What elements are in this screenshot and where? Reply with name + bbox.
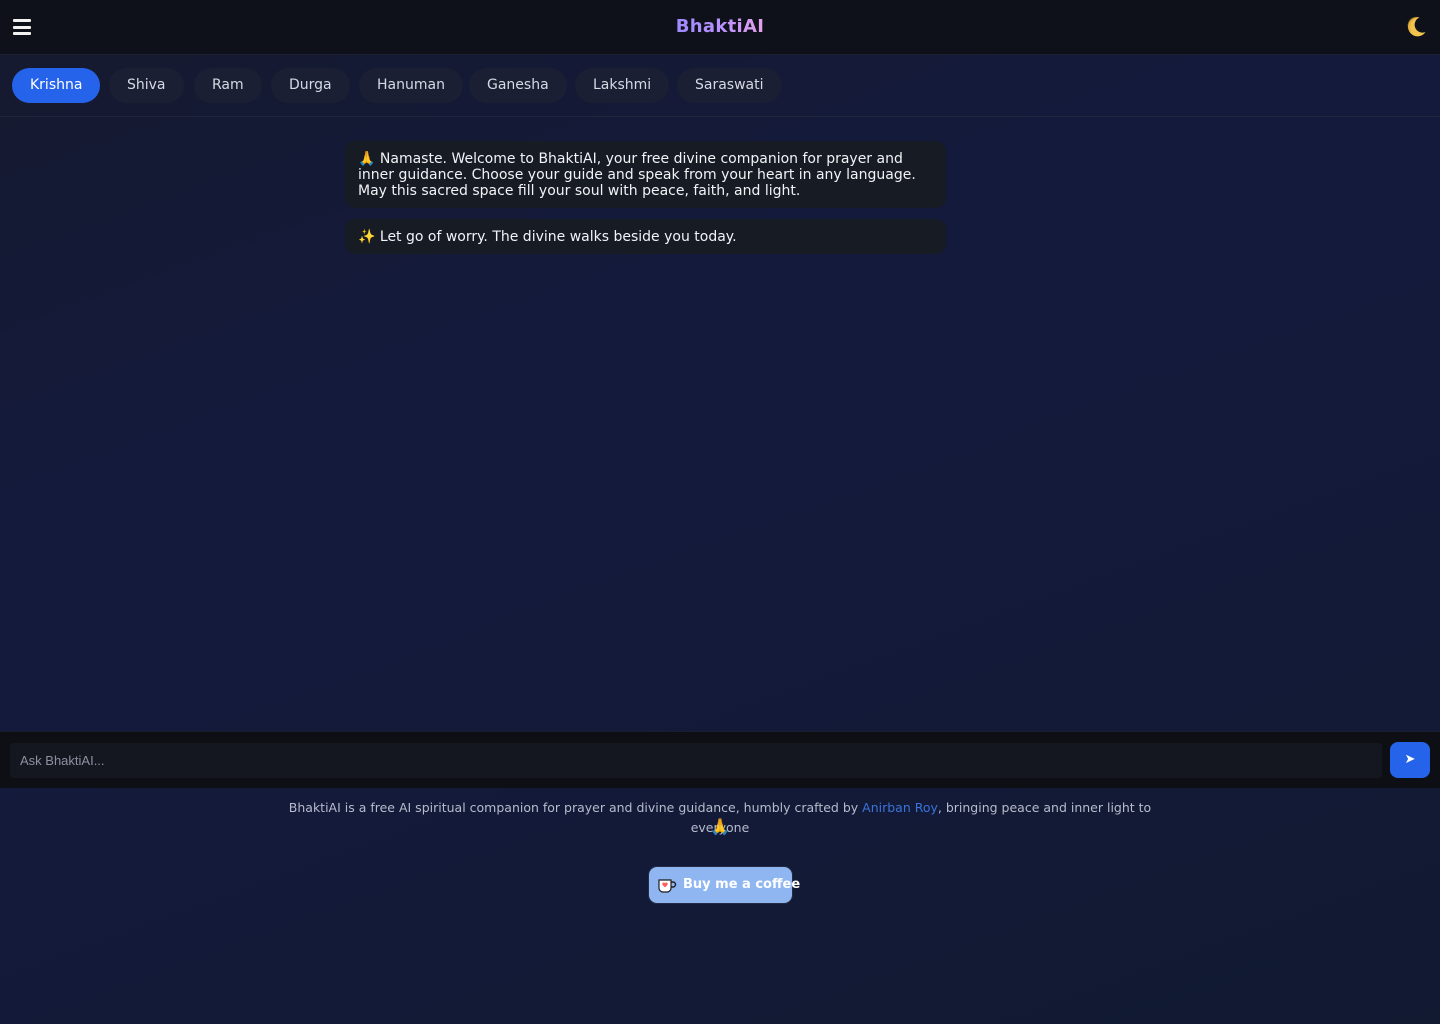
- crescent-moon-icon[interactable]: [1404, 15, 1428, 39]
- chat-input[interactable]: [10, 743, 1382, 778]
- message-text: Namaste. Welcome to BhaktiAI, your free …: [358, 151, 916, 199]
- coffee-button-label: Buy me a coffee: [683, 877, 801, 892]
- chat-composer: ➤: [0, 731, 1440, 788]
- footer-text-before: BhaktiAI is a free AI spiritual companio…: [288, 800, 863, 815]
- tab-lakshmi[interactable]: Lakshmi: [575, 68, 670, 103]
- hamburger-menu-icon[interactable]: [13, 19, 31, 35]
- buy-me-a-coffee-button[interactable]: Buy me a coffee: [649, 867, 800, 903]
- deity-tabs: Krishna Shiva Ram Durga Hanuman Ganesha …: [0, 55, 1440, 117]
- tab-shiva[interactable]: Shiva: [109, 68, 184, 103]
- tab-hanuman[interactable]: Hanuman: [359, 68, 463, 103]
- tab-durga[interactable]: Durga: [271, 68, 350, 103]
- tab-krishna[interactable]: Krishna: [12, 68, 101, 103]
- folded-hands-icon: 🙏: [710, 817, 730, 836]
- tab-saraswati[interactable]: Saraswati: [677, 68, 782, 103]
- app-title: BhaktiAI: [672, 12, 768, 42]
- send-button[interactable]: ➤: [1390, 742, 1430, 778]
- send-arrow-icon: ➤: [1404, 752, 1416, 767]
- chat-message: 🙏 Namaste. Welcome to BhaktiAI, your fre…: [345, 141, 946, 208]
- sparkles-icon: ✨: [358, 229, 376, 245]
- author-link[interactable]: Anirban Roy: [862, 800, 938, 815]
- chat-message: ✨ Let go of worry. The divine walks besi…: [345, 219, 946, 254]
- tab-ganesha[interactable]: Ganesha: [469, 68, 567, 103]
- top-bar: BhaktiAI: [0, 0, 1440, 55]
- tab-ram[interactable]: Ram: [194, 68, 262, 103]
- coffee-cup-icon: [658, 879, 677, 893]
- folded-hands-icon: 🙏: [358, 151, 376, 167]
- message-text: Let go of worry. The divine walks beside…: [379, 229, 737, 245]
